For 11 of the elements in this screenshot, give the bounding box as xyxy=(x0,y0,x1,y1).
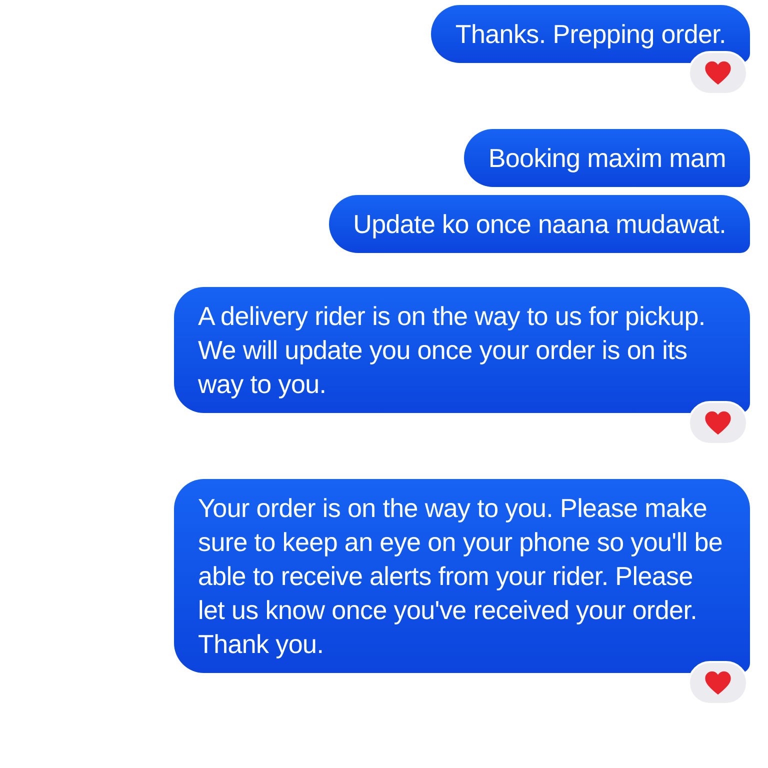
message-bubble: Update ko once naana mudawat. xyxy=(329,195,750,253)
reaction-badge[interactable] xyxy=(688,401,748,445)
heart-icon xyxy=(704,60,732,86)
message-bubble: Your order is on the way to you. Please make sure to keep an eye on your phone so you'll be able to receive alerts from your rider. Please let us know once you've received your order. Thank you. xyxy=(174,479,750,673)
message-bubble: Thanks. Prepping order. xyxy=(431,5,750,63)
heart-icon xyxy=(704,670,732,696)
message-bubble: A delivery rider is on the way to us for pickup. We will update you once your order is on its way to you. xyxy=(174,287,750,413)
reaction-badge[interactable] xyxy=(688,51,748,95)
reaction-badge[interactable] xyxy=(688,661,748,705)
heart-icon xyxy=(704,410,732,436)
message-bubble: Booking maxim mam xyxy=(464,129,750,187)
